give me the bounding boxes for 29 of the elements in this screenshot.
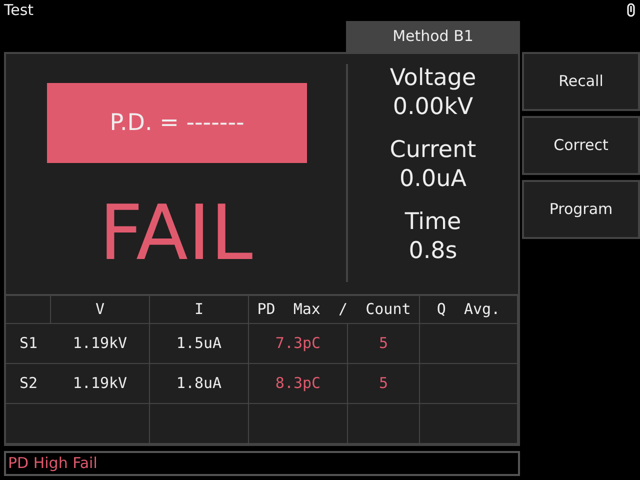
table-cell-text: 1.5uA [176,333,222,354]
column-header: PD Max / Count [257,299,411,320]
column-header: Q Avg. [436,299,500,320]
reading-value: 0.0uA [398,165,468,194]
reading-value: 0.8s [408,237,458,266]
usb-icon [626,3,636,17]
table-cell-text: 8.3pC [275,373,321,394]
status-message: PD High Fail [4,451,520,476]
side-button[interactable]: Program [522,180,640,239]
row-label: S1 [19,333,38,354]
table-cell-text: 5 [378,333,388,354]
side-button[interactable]: Recall [522,52,640,111]
column-header: I [194,299,204,320]
table-cell-text: 5 [378,373,388,394]
table-cell-text: 7.3pC [275,333,321,354]
table-cell-text: 1.19kV [72,333,128,354]
table-cell-text: 1.8uA [176,373,222,394]
pd-display: P.D. = ------- [47,83,307,163]
verdict-text: FAIL [99,195,253,271]
table-cell-text: 1.19kV [72,373,128,394]
row-label: S2 [19,373,38,394]
side-button[interactable]: Correct [522,116,640,175]
reading-label: Voltage [390,64,476,93]
screen-title: Test [4,0,34,21]
reading-label: Time [404,208,462,237]
reading-value: 0.00kV [392,93,474,122]
column-header: V [95,299,105,320]
method-tab[interactable]: Method B1 [346,21,520,52]
reading-label: Current [390,136,476,165]
